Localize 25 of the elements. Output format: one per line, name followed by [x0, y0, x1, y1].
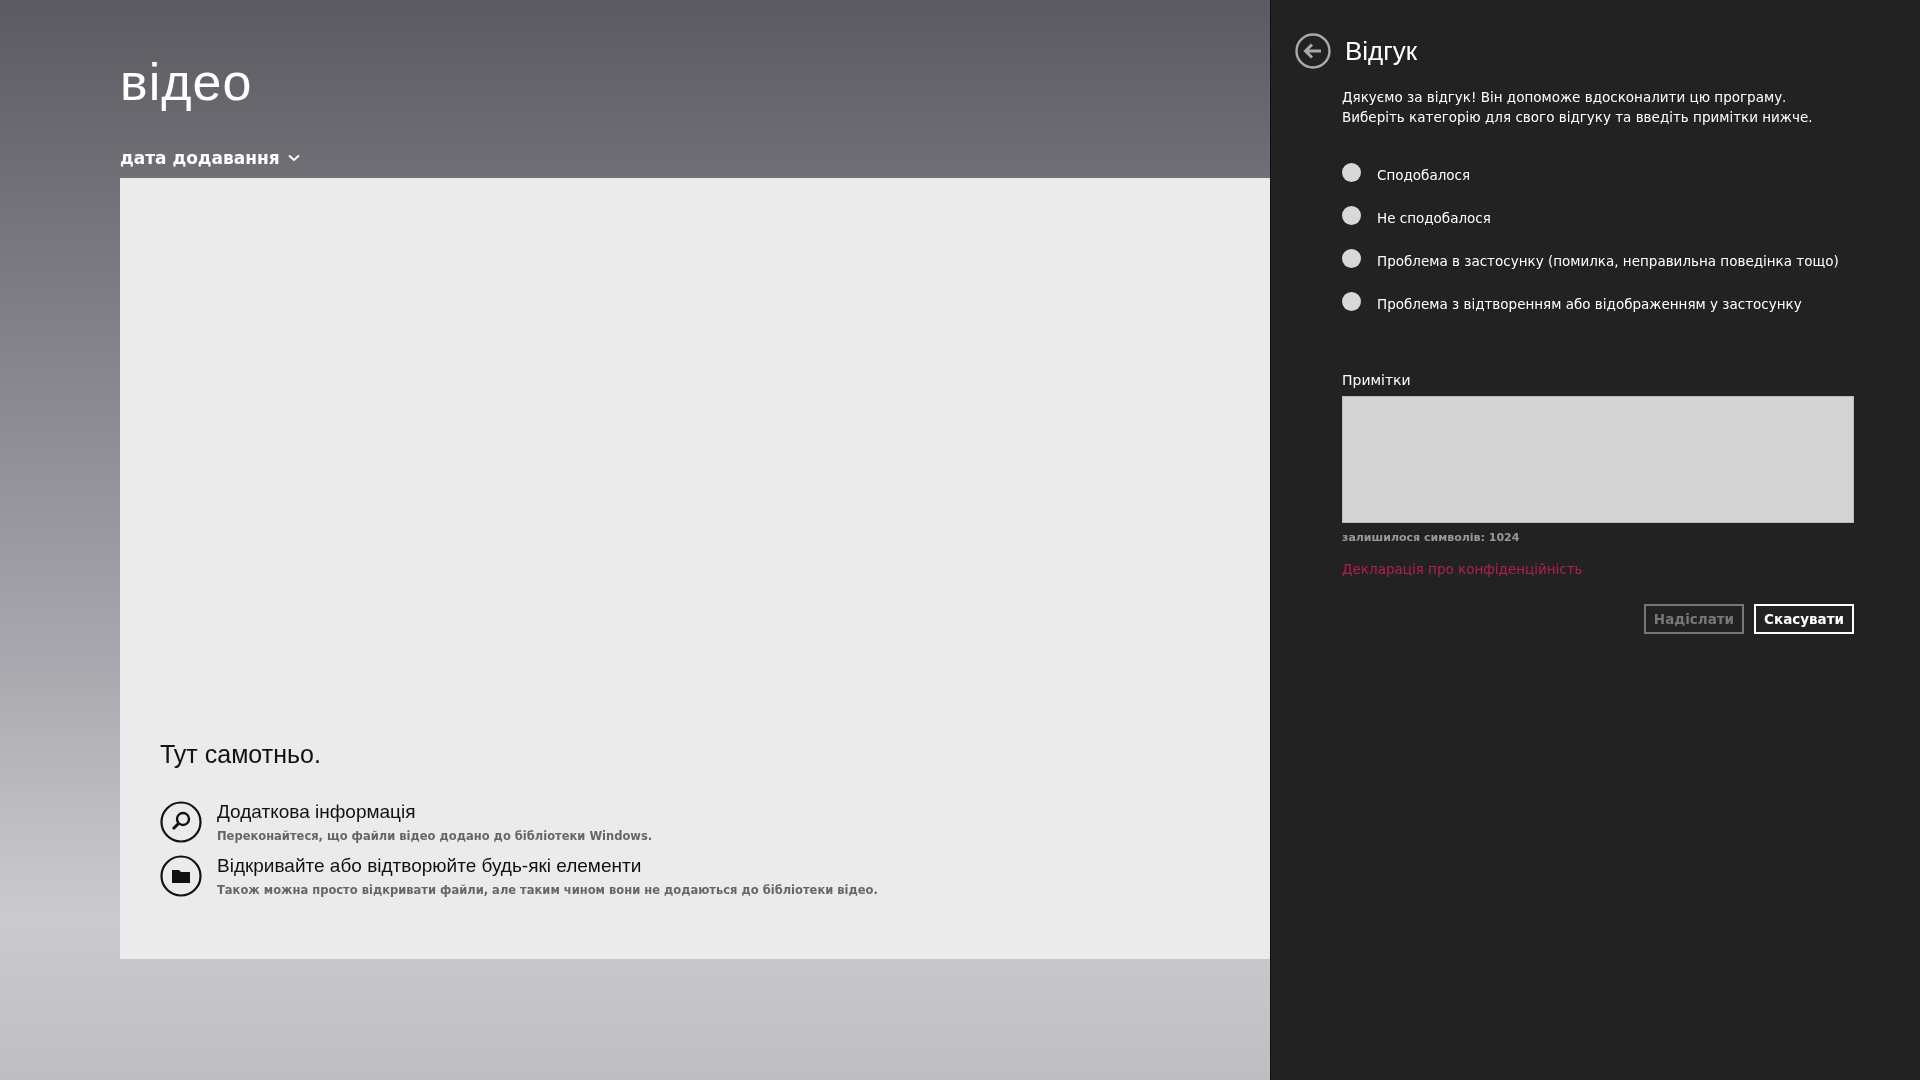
page-title: відео: [120, 52, 254, 112]
category-radio[interactable]: Проблема з відтворенням або відображенням у застосунку: [1342, 296, 1802, 312]
tip-description: Також можна просто відкривати файли, але таким чином вони не додаються до бібліотеки відео.: [217, 883, 878, 897]
tip-link[interactable]: Відкривайте або відтворюйте будь-які елементи: [217, 855, 878, 877]
category-radio[interactable]: Не сподобалося: [1342, 210, 1491, 226]
intro-text: Виберіть категорію для свого відгуку та введіть примітки нижче.: [1342, 108, 1814, 127]
radio-circle[interactable]: [1342, 248, 1361, 268]
category-radio[interactable]: Проблема в застосунку (помилка, неправильна поведінка тощо): [1342, 253, 1839, 269]
notes-label: Примітки: [1342, 372, 1412, 388]
category-radio[interactable]: Сподобалося: [1342, 167, 1471, 183]
tip-description: Переконайтеся, що файли відео додано до бібліотеки Windows.: [217, 829, 653, 843]
sort-dropdown[interactable]: дата додавання: [120, 148, 300, 168]
radio-circle[interactable]: [1342, 162, 1361, 182]
character-counter: залишилося символів: 1024: [1342, 531, 1521, 544]
intro-text: Дякуємо за відгук! Він допоможе вдосконалити цю програму.: [1342, 88, 1788, 107]
cancel-button[interactable]: Скасувати: [1754, 604, 1854, 634]
radio-circle[interactable]: [1342, 291, 1361, 311]
notes-field[interactable]: [1342, 396, 1854, 523]
radio-circle[interactable]: [1342, 205, 1361, 225]
empty-heading: Тут самотньо.: [160, 740, 322, 769]
pane-title: Відгук: [1345, 35, 1418, 67]
search-icon[interactable]: [160, 801, 202, 843]
tip-link[interactable]: Додаткова інформація: [217, 801, 653, 823]
chevron-down-icon: [287, 154, 300, 162]
folder-icon[interactable]: [160, 855, 202, 897]
